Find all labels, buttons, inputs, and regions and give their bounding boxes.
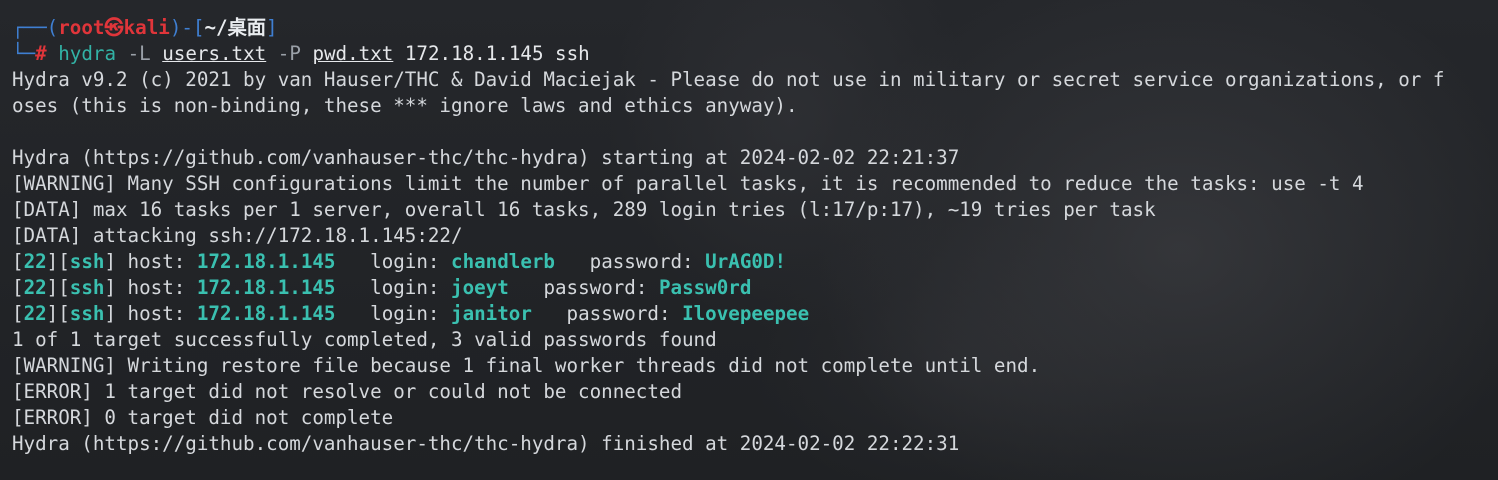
result-service: ssh [69,302,105,325]
prompt-line-top: ┌──(root㉿kali)-[~/桌面] [12,15,1498,41]
command-line: └─# hydra -L users.txt -P pwd.txt 172.18… [12,41,1498,67]
prompt-user-host: root㉿kali [58,16,170,39]
command-flag-users: -L [127,42,151,65]
result-login: chandlerb [451,250,555,273]
warning-restore-line: [WARNING] Writing restore file because 1… [12,354,1041,377]
result-password: Passw0rd [658,276,752,299]
result-password: Ilovepeepee [682,302,810,325]
warning-ssh-line: [WARNING] Many SSH configurations limit … [12,172,1364,195]
pwd-file-link[interactable]: pwd.txt [312,42,393,65]
command-flag-passwords: -P [277,42,301,65]
terminal-window[interactable]: ┌──(root㉿kali)-[~/桌面] └─# hydra -L users… [0,0,1498,480]
terminal-output: ┌──(root㉿kali)-[~/桌面] └─# hydra -L users… [12,15,1498,457]
login-label: login: [370,302,452,325]
result-service: ssh [69,276,105,299]
banner-line-1: Hydra v9.2 (c) 2021 by van Hauser/THC & … [12,68,1445,91]
password-label: password: [589,250,706,273]
command-program: hydra [58,42,116,65]
result-port: 22 [23,250,47,273]
host-label: host: [127,276,197,299]
command-target: 172.18.1.145 ssh [404,42,590,65]
result-password: UrAG0D! [705,250,787,273]
error-resolve-line: [ERROR] 1 target did not resolve or coul… [12,380,683,403]
banner-line-2: oses (this is non-binding, these *** ign… [12,94,798,117]
result-line: [22][ssh] host: 172.18.1.145 login: joey… [12,276,752,299]
starting-line: Hydra (https://github.com/vanhauser-thc/… [12,146,960,169]
prompt-corner-top: ┌──( [12,16,59,39]
prompt-corner-bottom: └─ [12,42,36,65]
result-line: [22][ssh] host: 172.18.1.145 login: jani… [12,302,810,325]
password-label: password: [543,276,659,299]
data-tasks-line: [DATA] max 16 tasks per 1 server, overal… [12,198,1156,221]
result-host: 172.18.1.145 [196,302,336,325]
result-port: 22 [23,302,47,325]
password-label: password: [566,302,683,325]
host-label: host: [127,250,197,273]
prompt-bracket-end: ] [265,16,278,39]
prompt-hash: # [35,42,47,65]
result-host: 172.18.1.145 [196,250,336,273]
prompt-separator: )-[ [169,16,205,39]
host-label: host: [127,302,197,325]
users-file-link[interactable]: users.txt [162,42,266,65]
result-service: ssh [69,250,105,273]
result-login: joeyt [451,276,509,299]
result-host: 172.18.1.145 [196,276,336,299]
result-line: [22][ssh] host: 172.18.1.145 login: chan… [12,250,787,273]
result-port: 22 [23,276,47,299]
prompt-directory: ~/桌面 [204,16,266,39]
error-complete-line: [ERROR] 0 target did not complete [12,406,394,429]
result-login: janitor [451,302,532,325]
summary-line: 1 of 1 target successfully completed, 3 … [12,328,717,351]
data-attacking-line: [DATA] attacking ssh://172.18.1.145:22/ [12,224,463,247]
finished-line: Hydra (https://github.com/vanhauser-thc/… [12,432,960,455]
login-label: login: [370,250,452,273]
login-label: login: [370,276,452,299]
